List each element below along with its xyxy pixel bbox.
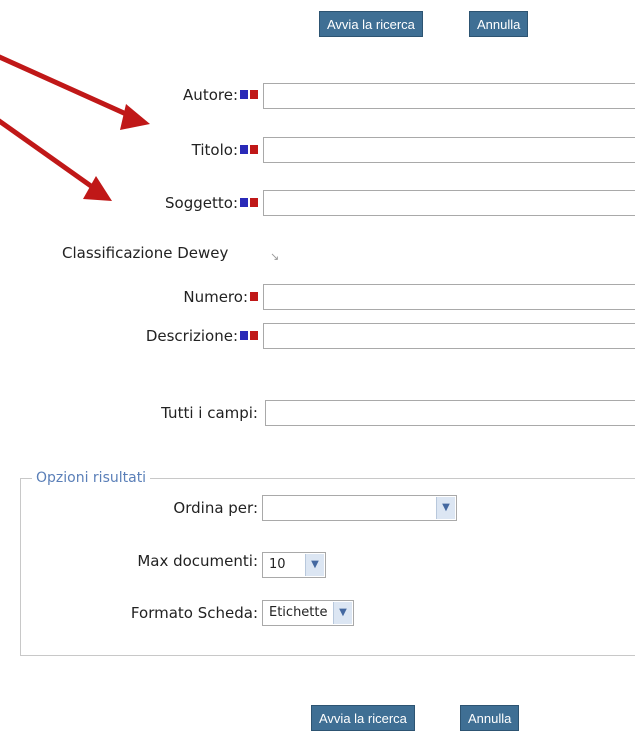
chevron-down-icon: ▼ (333, 602, 352, 624)
results-options-legend: Opzioni risultati (32, 470, 151, 486)
arrow-head-soggetto (83, 176, 112, 201)
descrizione-label-text: Descrizione: (145, 327, 238, 345)
tutti-input[interactable] (265, 400, 635, 426)
chevron-down-icon: ▼ (436, 497, 455, 519)
max-documenti-value: 10 (269, 557, 286, 572)
descrizione-input[interactable] (263, 323, 635, 349)
numero-label-text: Numero: (183, 288, 248, 306)
red-marker-icon (250, 145, 258, 154)
formato-scheda-select[interactable]: Etichette ▼ (262, 600, 354, 626)
cancel-button-bottom[interactable]: Annulla (460, 705, 520, 731)
blue-marker-icon (240, 198, 248, 207)
ordina-select[interactable]: ▼ (262, 495, 457, 521)
titolo-input[interactable] (263, 137, 635, 163)
blue-marker-icon (240, 145, 248, 154)
formato-scheda-value: Etichette (269, 605, 328, 620)
soggetto-label-text: Soggetto: (165, 194, 238, 212)
titolo-label: Titolo: (192, 141, 258, 159)
autore-input[interactable] (263, 83, 635, 109)
ordina-label: Ordina per: (173, 499, 258, 517)
autore-label-text: Autore: (183, 86, 238, 104)
formato-scheda-label: Formato Scheda: (130, 604, 258, 622)
tutti-label: Tutti i campi: (161, 404, 258, 422)
titolo-label-text: Titolo: (191, 141, 238, 159)
search-button-top[interactable]: Avvia la ricerca (319, 11, 423, 37)
blue-marker-icon (240, 331, 248, 340)
numero-input[interactable] (263, 284, 635, 310)
chevron-down-icon: ▼ (305, 554, 324, 576)
red-marker-icon (250, 292, 258, 301)
max-documenti-label: Max documenti: (137, 552, 258, 570)
dewey-heading: Classificazione Dewey (62, 244, 229, 262)
soggetto-input[interactable] (263, 190, 635, 216)
numero-label: Numero: (183, 288, 258, 306)
red-marker-icon (250, 331, 258, 340)
autore-label: Autore: (183, 86, 258, 104)
red-marker-icon (250, 198, 258, 207)
blue-marker-icon (240, 90, 248, 99)
search-button-bottom[interactable]: Avvia la ricerca (311, 705, 415, 731)
cancel-button-top[interactable]: Annulla (469, 11, 529, 37)
arrow-to-soggetto (0, 118, 100, 194)
descrizione-label: Descrizione: (146, 327, 258, 345)
arrow-head-titolo (120, 104, 150, 130)
soggetto-label: Soggetto: (165, 194, 258, 212)
arrow-to-titolo (0, 54, 137, 121)
max-documenti-select[interactable]: 10 ▼ (262, 552, 326, 578)
small-arrow-icon: ↘ (270, 250, 280, 263)
red-marker-icon (250, 90, 258, 99)
